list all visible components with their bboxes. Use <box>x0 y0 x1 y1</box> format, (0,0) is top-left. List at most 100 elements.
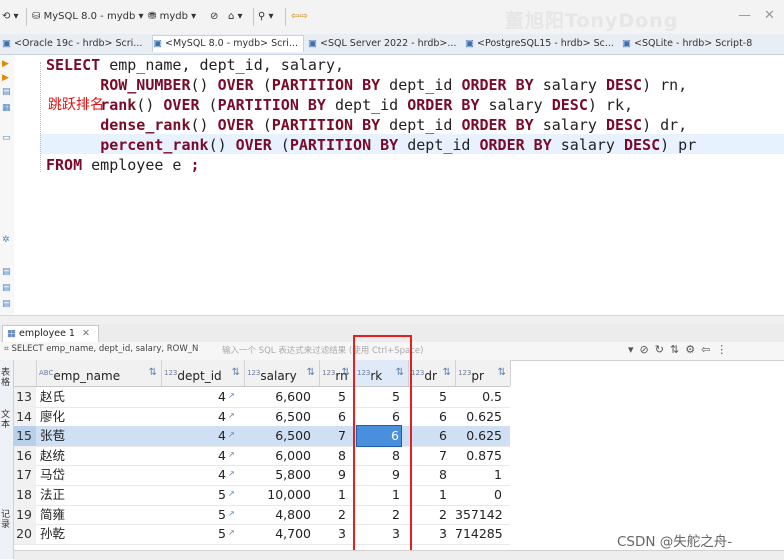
cell-dr[interactable]: 7 <box>408 446 447 466</box>
sql-line[interactable]: dense_rank() OVER (PARTITION BY dept_id … <box>46 115 687 135</box>
foreign-key-link-icon[interactable]: ↗ <box>228 465 235 482</box>
execute-script-icon[interactable]: ▶ <box>2 73 12 83</box>
dropdown-icon[interactable]: ▾ <box>628 343 640 356</box>
cell-dept_id[interactable]: 4 <box>161 407 226 427</box>
view-record-tab[interactable]: 记录 <box>1 510 12 530</box>
row-number[interactable]: 18 <box>14 485 36 505</box>
cell-pr[interactable]: 0.5 <box>455 387 502 407</box>
cell-emp_name[interactable]: 孙乾 <box>36 524 157 544</box>
execute-icon[interactable]: ▶ <box>2 59 12 69</box>
tab-sqlite-script[interactable]: ▣ <SQLite - hrdb> Script-8 <box>622 36 762 52</box>
cell-pr[interactable]: 7142857 <box>455 524 502 544</box>
close-icon[interactable]: ✕ <box>764 8 775 23</box>
column-filter-icon[interactable]: ⇅ <box>342 360 350 386</box>
foreign-key-link-icon[interactable]: ↗ <box>228 524 235 541</box>
row-number[interactable]: 16 <box>14 445 36 466</box>
cell-dr[interactable]: 1 <box>408 485 447 505</box>
export-icon[interactable]: ▤ <box>2 267 12 277</box>
cell-salary[interactable]: 5,800 <box>244 465 311 485</box>
column-header-emp_name[interactable]: ABCemp_name ⇅ <box>36 360 162 386</box>
cell-dept_id[interactable]: 4 <box>161 426 226 446</box>
foreign-key-link-icon[interactable]: ↗ <box>228 426 235 443</box>
cell-dept_id[interactable]: 5 <box>161 505 226 525</box>
cell-emp_name[interactable]: 法正 <box>36 485 157 505</box>
sql-line[interactable]: SELECT emp_name, dept_id, salary, <box>46 55 344 75</box>
row-number[interactable]: 20 <box>14 524 36 544</box>
commit-icon[interactable]: ⊘ <box>210 9 218 25</box>
nav-back-icon[interactable]: ⇦⇨ <box>291 9 308 25</box>
cell-salary[interactable]: 6,500 <box>244 426 311 446</box>
settings-icon[interactable]: ⚙ <box>685 343 701 356</box>
column-header-rn[interactable]: 123rn ⇅ <box>319 360 355 386</box>
tab-employee-result[interactable]: ▦ employee 1 ✕ <box>2 325 99 342</box>
view-text-tab[interactable]: 文本 <box>1 410 12 430</box>
cell-dr[interactable]: 6 <box>408 407 447 427</box>
cell-rn[interactable]: 7 <box>319 426 346 446</box>
minimize-icon[interactable]: — <box>738 8 751 23</box>
history-icon[interactable]: ⟲ ▾ <box>2 9 19 25</box>
cell-pr[interactable]: 0.625 <box>455 407 502 427</box>
tab-postgresql-script[interactable]: ▣ <PostgreSQL15 - hrdb> Sc... <box>465 36 615 52</box>
settings-icon[interactable]: ✲ <box>2 235 12 245</box>
cell-rn[interactable]: 5 <box>319 387 346 407</box>
column-header-dr[interactable]: 123dr ⇅ <box>408 360 456 386</box>
table-row[interactable]: 13 赵氏 ↗ 4 6,600 5 5 5 0.5 <box>14 387 510 408</box>
cell-salary[interactable]: 6,500 <box>244 407 311 427</box>
table-row[interactable]: 19简雍↗54,8002223571429 <box>14 504 510 526</box>
cell-dr[interactable]: 5 <box>408 387 447 407</box>
cell-emp_name[interactable]: 赵氏 <box>36 387 157 407</box>
explain-icon[interactable]: ▤ <box>2 87 12 97</box>
schema-selector[interactable]: ⛃ mydb ▾ <box>148 9 196 25</box>
table-row[interactable]: 16 赵统 ↗ 4 6,000 8 8 7 0.875 <box>14 445 510 467</box>
cell-dr[interactable]: 3 <box>408 524 447 544</box>
foreign-key-link-icon[interactable]: ↗ <box>228 485 235 502</box>
cell-emp_name[interactable]: 简雍 <box>36 505 157 525</box>
view-grid-tab[interactable]: 表格 <box>1 368 12 388</box>
cell-rn[interactable]: 9 <box>319 465 346 485</box>
column-filter-icon[interactable]: ⇅ <box>307 360 315 386</box>
column-filter-icon[interactable]: ⇅ <box>498 360 506 386</box>
sql-line[interactable]: percent_rank() OVER (PARTITION BY dept_i… <box>46 135 696 155</box>
cell-dr[interactable]: 2 <box>408 505 447 525</box>
column-filter-icon[interactable]: ⇅ <box>232 360 240 386</box>
cell-pr[interactable]: 1 <box>455 465 502 485</box>
cell-dept_id[interactable]: 4 <box>161 387 226 407</box>
cell-dept_id[interactable]: 4 <box>161 465 226 485</box>
row-number[interactable]: 13 <box>14 387 36 407</box>
foreign-key-link-icon[interactable]: ↗ <box>228 505 235 522</box>
cell-rn[interactable]: 2 <box>319 505 346 525</box>
format-icon[interactable]: ▦ <box>2 103 12 113</box>
cell-salary[interactable]: 10,000 <box>244 485 311 505</box>
query-preview[interactable]: ⌗ SELECT emp_name, dept_id, salary, ROW_… <box>4 344 198 354</box>
column-header-pr[interactable]: 123pr ⇅ <box>455 360 511 386</box>
cell-pr[interactable]: 3571429 <box>455 505 502 525</box>
cell-pr[interactable]: 0 <box>455 485 502 505</box>
row-number[interactable]: 19 <box>14 504 36 525</box>
tab-mysql-script[interactable]: ▣ <MySQL 8.0 - mydb> Scri... <box>152 35 304 52</box>
foreign-key-link-icon[interactable]: ↗ <box>228 407 235 424</box>
menu-icon[interactable]: ⋮ <box>716 343 733 356</box>
cell-salary[interactable]: 6,600 <box>244 387 311 407</box>
cell-emp_name[interactable]: 张苞 <box>36 426 157 446</box>
table-row[interactable]: 17 马岱 ↗ 4 5,800 9 9 8 1 <box>14 465 510 486</box>
import-icon[interactable]: ▤ <box>2 283 12 293</box>
datasource-selector[interactable]: ⛁ MySQL 8.0 - mydb ▾ <box>32 9 144 25</box>
sort-icon[interactable]: ⇅ <box>670 343 685 356</box>
sql-line[interactable]: rank() OVER (PARTITION BY dept_id ORDER … <box>46 95 633 115</box>
cell-dept_id[interactable]: 4 <box>161 446 226 466</box>
cell-rn[interactable]: 1 <box>319 485 346 505</box>
table-row[interactable]: 15 张苞 ↗ 4 6,500 7 6 6 0.625 <box>14 425 510 447</box>
cell-rn[interactable]: 8 <box>319 446 346 466</box>
save-icon[interactable]: ▤ <box>2 299 12 309</box>
filter-icon[interactable]: ⊘ <box>640 343 655 356</box>
transaction-icon[interactable]: ⌂ ▾ <box>228 9 243 25</box>
search-icon[interactable]: ⚲ ▾ <box>258 9 274 25</box>
cell-salary[interactable]: 6,000 <box>244 446 311 466</box>
cell-dept_id[interactable]: 5 <box>161 485 226 505</box>
row-number[interactable]: 17 <box>14 465 36 485</box>
cell-salary[interactable]: 4,800 <box>244 505 311 525</box>
sql-line[interactable]: ROW_NUMBER() OVER (PARTITION BY dept_id … <box>46 75 687 95</box>
column-filter-icon[interactable]: ⇅ <box>149 360 157 386</box>
cell-dr[interactable]: 6 <box>408 426 447 446</box>
cell-salary[interactable]: 4,700 <box>244 524 311 544</box>
